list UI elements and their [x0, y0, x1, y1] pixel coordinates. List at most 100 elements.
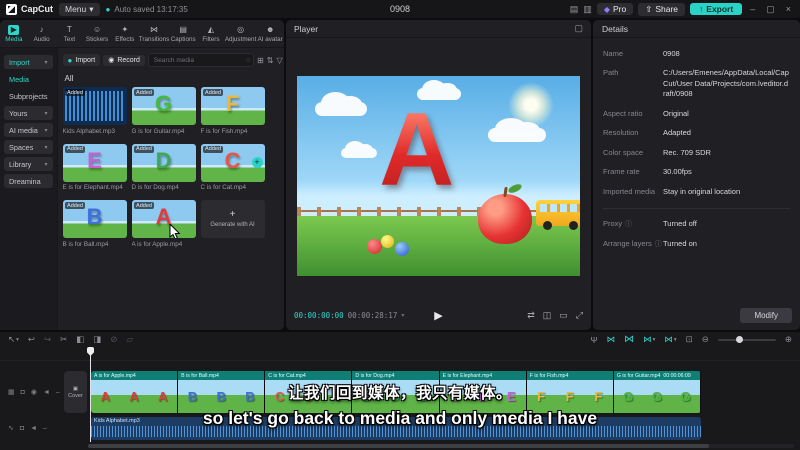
crop-button[interactable]: ▱ — [126, 334, 133, 345]
minimize-button[interactable]: – — [747, 4, 758, 14]
waveform-icon[interactable]: ∿ — [8, 424, 14, 432]
video-clip[interactable]: E is for Elephant.mp4 E E E — [439, 371, 527, 413]
sidebar-item-yours[interactable]: Yours ▾ — [4, 106, 53, 120]
record-voiceover-icon[interactable]: Ψ — [590, 335, 597, 345]
total-timecode: 00:00:28:17 — [347, 310, 398, 320]
trim-left-button[interactable]: ◧ — [76, 334, 84, 345]
video-viewport[interactable]: A — [297, 76, 580, 276]
lock-icon[interactable]: ◘ — [20, 425, 24, 432]
delete-button[interactable]: ⊘ — [110, 334, 117, 345]
playhead[interactable] — [90, 347, 91, 442]
add-to-timeline-button[interactable]: + — [251, 156, 263, 168]
pro-button[interactable]: ◆ Pro — [596, 3, 634, 15]
media-item[interactable]: C Added + C is for Cat.mp4 — [200, 143, 265, 191]
sidebar-item-ai-media[interactable]: AI media ▾ — [4, 123, 53, 137]
trim-right-button[interactable]: ◨ — [93, 334, 101, 345]
sidebar-item-library[interactable]: Library ▾ — [4, 157, 53, 171]
ratio-icon[interactable]: ▭ — [559, 310, 568, 321]
timecode-dropdown-icon[interactable]: ▾ — [401, 312, 404, 319]
tab-effects[interactable]: ✦ Effects — [111, 20, 139, 47]
zoom-out-icon[interactable]: ⊖ — [702, 334, 709, 345]
tab-transitions[interactable]: ⋈ Transitions — [139, 20, 170, 47]
import-button[interactable]: ● Import — [62, 54, 101, 66]
snapshot-icon[interactable]: ◫ — [543, 310, 552, 321]
sidebar-item-subprojects[interactable]: Subprojects — [4, 89, 53, 103]
fullscreen-icon[interactable]: ⤢ — [576, 310, 583, 321]
detach-player-icon[interactable]: ▢ — [574, 23, 583, 34]
plus-icon: + — [229, 209, 236, 220]
sort-icon[interactable]: ⇅ — [267, 56, 274, 65]
panel-toggle-icon[interactable]: ▥ — [583, 4, 592, 15]
cover-button[interactable]: ▣ Cover — [64, 371, 87, 413]
link-toggle-icon[interactable]: ⋈ — [624, 334, 634, 345]
cover-icon: ▣ — [72, 385, 79, 392]
detail-value: Turned on — [663, 238, 697, 248]
media-item[interactable]: D Added D is for Dog.mp4 — [131, 143, 196, 191]
mirror-icon[interactable]: ⇄ — [527, 310, 535, 321]
autosave-dot-icon: ● — [105, 4, 111, 14]
zoom-in-icon[interactable]: ⊕ — [785, 334, 792, 345]
media-item[interactable]: E Added E is for Elephant.mp4 — [62, 143, 127, 191]
maximize-button[interactable]: ▢ — [763, 4, 778, 15]
view-grid-icon[interactable]: ⊞ — [257, 56, 264, 65]
detail-value: Adapted — [663, 128, 691, 137]
sidebar-item-spaces[interactable]: Spaces ▾ — [4, 140, 53, 154]
tab-media[interactable]: ▶ Media — [0, 20, 28, 47]
media-item[interactable]: B Added B is for Ball.mp4 — [62, 200, 127, 248]
speaker-icon[interactable]: ◄ — [43, 389, 50, 396]
undo-button[interactable]: ↩ — [28, 334, 35, 345]
tab-ai-avatar[interactable]: ☻ AI avatar — [256, 20, 284, 47]
menu-button[interactable]: Menu ▾ — [59, 2, 100, 16]
preview-axis-icon[interactable]: ⊡ — [686, 334, 693, 345]
video-clip[interactable]: B is for Ball.mp4 B B B — [178, 371, 266, 413]
scrollbar-thumb[interactable] — [88, 444, 710, 448]
slider-knob[interactable] — [735, 336, 743, 343]
keyframe-toggle-icon[interactable]: ⋈ ▾ — [643, 334, 655, 345]
speaker-icon[interactable]: ◄ — [30, 425, 37, 432]
generate-with-ai-card[interactable]: + Generate with AI — [200, 200, 265, 248]
modify-button[interactable]: Modify — [740, 308, 792, 323]
redo-button[interactable]: ↪ — [44, 334, 51, 345]
horizontal-scrollbar[interactable] — [88, 444, 794, 448]
tab-filters[interactable]: ◭ Filters — [197, 20, 225, 47]
search-box[interactable]: ◌ — [147, 53, 255, 67]
eye-icon[interactable]: ◉ — [31, 388, 37, 396]
video-clip[interactable]: A is for Apple.mp4 A A A — [91, 371, 179, 413]
lock-icon[interactable]: ◘ — [21, 389, 25, 396]
collapse-icon[interactable]: – — [56, 389, 60, 396]
export-button[interactable]: ↑ Export — [690, 3, 743, 15]
share-button[interactable]: ⇧ Share — [638, 2, 686, 16]
video-clip[interactable]: C is for Cat.mp4 C C C — [265, 371, 353, 413]
split-button[interactable]: ✂ — [60, 334, 67, 345]
audio-clip[interactable]: Kids Alphabet.mp3 — [91, 417, 701, 440]
timeline-ruler[interactable] — [0, 347, 800, 361]
cloud-graphic — [341, 141, 377, 158]
snap-toggle-icon[interactable]: ⋈ — [607, 334, 616, 345]
autoripple-toggle-icon[interactable]: ⋈ ▾ — [664, 334, 676, 345]
layout-icon[interactable]: ▤ — [570, 4, 579, 15]
sidebar-item-media[interactable]: Media — [4, 72, 53, 86]
tab-text[interactable]: T Text — [56, 20, 84, 47]
collapse-icon[interactable]: – — [43, 425, 47, 432]
filter-icon[interactable]: ▽ — [277, 56, 283, 65]
search-icon[interactable]: ◌ — [246, 57, 250, 64]
video-clip[interactable]: D is for Dog.mp4 D D D — [352, 371, 440, 413]
search-input[interactable] — [151, 55, 244, 65]
video-clip[interactable]: F is for Fish.mp4 F F F — [526, 371, 614, 413]
video-clip[interactable]: G is for Guitar.mp4 00:00:06:09 G G G — [613, 371, 701, 413]
close-button[interactable]: × — [783, 4, 794, 14]
tab-audio[interactable]: ♪ Audio — [28, 20, 56, 47]
record-button[interactable]: ◉ Record — [103, 54, 145, 66]
sidebar-item-dreamina[interactable]: Dreamina — [4, 174, 53, 188]
tab-captions[interactable]: ▤ Captions — [169, 20, 197, 47]
media-item[interactable]: A Added A is for Apple.mp4 — [131, 200, 196, 248]
track-thumbnail-icon[interactable]: ▦ — [8, 388, 15, 396]
media-item[interactable]: F Added F is for Fish.mp4 — [200, 87, 265, 135]
media-item[interactable]: G Added G is for Guitar.mp4 — [131, 87, 196, 135]
tab-adjustment[interactable]: ◎ Adjustment — [225, 20, 257, 47]
select-tool-button[interactable]: ↖ ▾ — [8, 334, 19, 345]
tab-stickers[interactable]: ☺ Stickers — [83, 20, 111, 47]
sidebar-item-import[interactable]: Import ▾ — [4, 55, 53, 69]
media-item[interactable]: Added Kids Alphabet.mp3 — [62, 87, 127, 135]
timeline-zoom-slider[interactable] — [717, 336, 776, 343]
